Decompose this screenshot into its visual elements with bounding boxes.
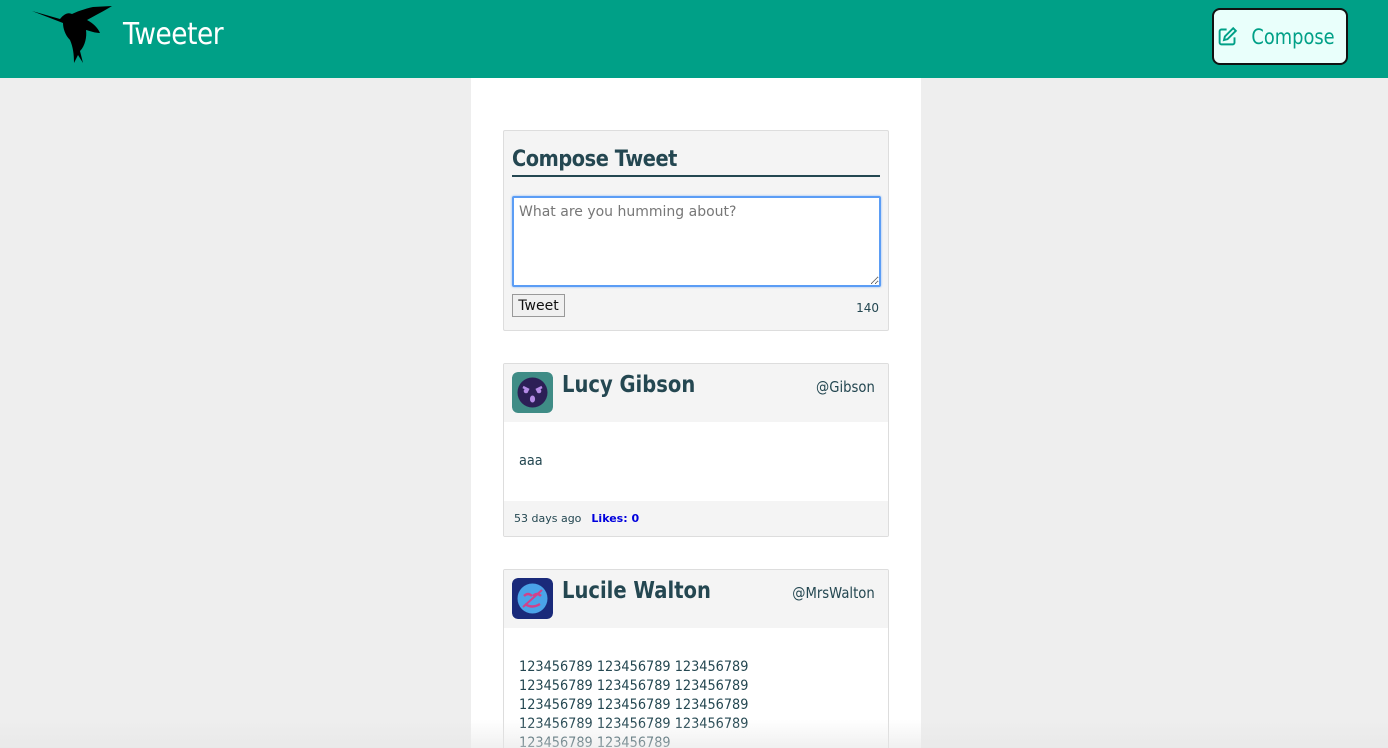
- compose-tweet-heading: Compose Tweet: [512, 147, 880, 177]
- tweet-author-name: Lucile Walton: [562, 578, 711, 604]
- tweet-textarea[interactable]: [512, 196, 881, 287]
- compose-button-label: Compose: [1251, 24, 1336, 49]
- tweet-header: Lucile Walton @MrsWalton: [504, 570, 888, 628]
- tweet-likes[interactable]: Likes: 0: [591, 512, 639, 525]
- avatar-face-icon: [512, 578, 553, 619]
- edit-icon: [1219, 26, 1238, 46]
- tweet-author-handle: @MrsWalton: [792, 584, 875, 602]
- tweet-content: 123456789 123456789 123456789 123456789 …: [519, 659, 749, 748]
- tweet-header: Lucy Gibson @Gibson: [504, 364, 888, 422]
- tweet-content: aaa: [519, 453, 543, 469]
- top-navbar: Tweeter Compose: [0, 0, 1388, 78]
- char-counter: 140: [856, 301, 879, 315]
- tweet-body: aaa: [504, 422, 888, 501]
- compose-button[interactable]: Compose: [1212, 8, 1348, 65]
- tweet-body: 123456789 123456789 123456789 123456789 …: [504, 628, 888, 748]
- tweet-submit-button[interactable]: Tweet: [512, 294, 565, 317]
- tweet-author-handle: @Gibson: [816, 378, 875, 396]
- tweet-timestamp: 53 days ago: [514, 512, 582, 525]
- hummingbird-icon: [32, 6, 112, 63]
- main-container: Compose Tweet Tweet 140 Lucy Gibson @Gib…: [471, 78, 921, 748]
- avatar-face-icon: [512, 372, 553, 413]
- tweet-author-name: Lucy Gibson: [562, 372, 696, 398]
- tweet-card: Lucile Walton @MrsWalton 123456789 12345…: [503, 569, 889, 748]
- tweet-card: Lucy Gibson @Gibson aaa 53 days ago Like…: [503, 363, 889, 537]
- tweet-footer: 53 days ago Likes: 0: [504, 501, 888, 536]
- new-tweet-section: Compose Tweet Tweet 140: [503, 130, 889, 331]
- brand-title[interactable]: Tweeter: [123, 17, 224, 52]
